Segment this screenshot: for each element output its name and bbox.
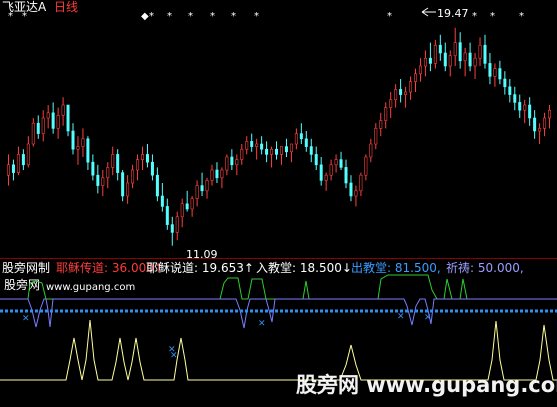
cross-mark: ✕ <box>258 319 266 329</box>
chart-window: 飞亚达A 日线 **◆********** ▲ 19.47 11.09 股旁网制… <box>0 0 557 407</box>
yellow-line <box>0 319 557 381</box>
indicator-chart[interactable]: ✕ ✕✕ ✕✕✕ <box>0 0 557 407</box>
cross-mark: ✕ <box>22 314 30 324</box>
cross-mark: ✕ <box>170 351 178 361</box>
watermark: 股旁网 www.gupang.com <box>296 373 557 397</box>
green-line <box>0 274 557 300</box>
cross-mark: ✕ <box>397 312 405 322</box>
cross-marks: ✕ ✕✕ ✕✕✕ <box>22 312 432 361</box>
cross-mark: ✕ <box>424 313 432 323</box>
violet-line <box>0 298 557 329</box>
